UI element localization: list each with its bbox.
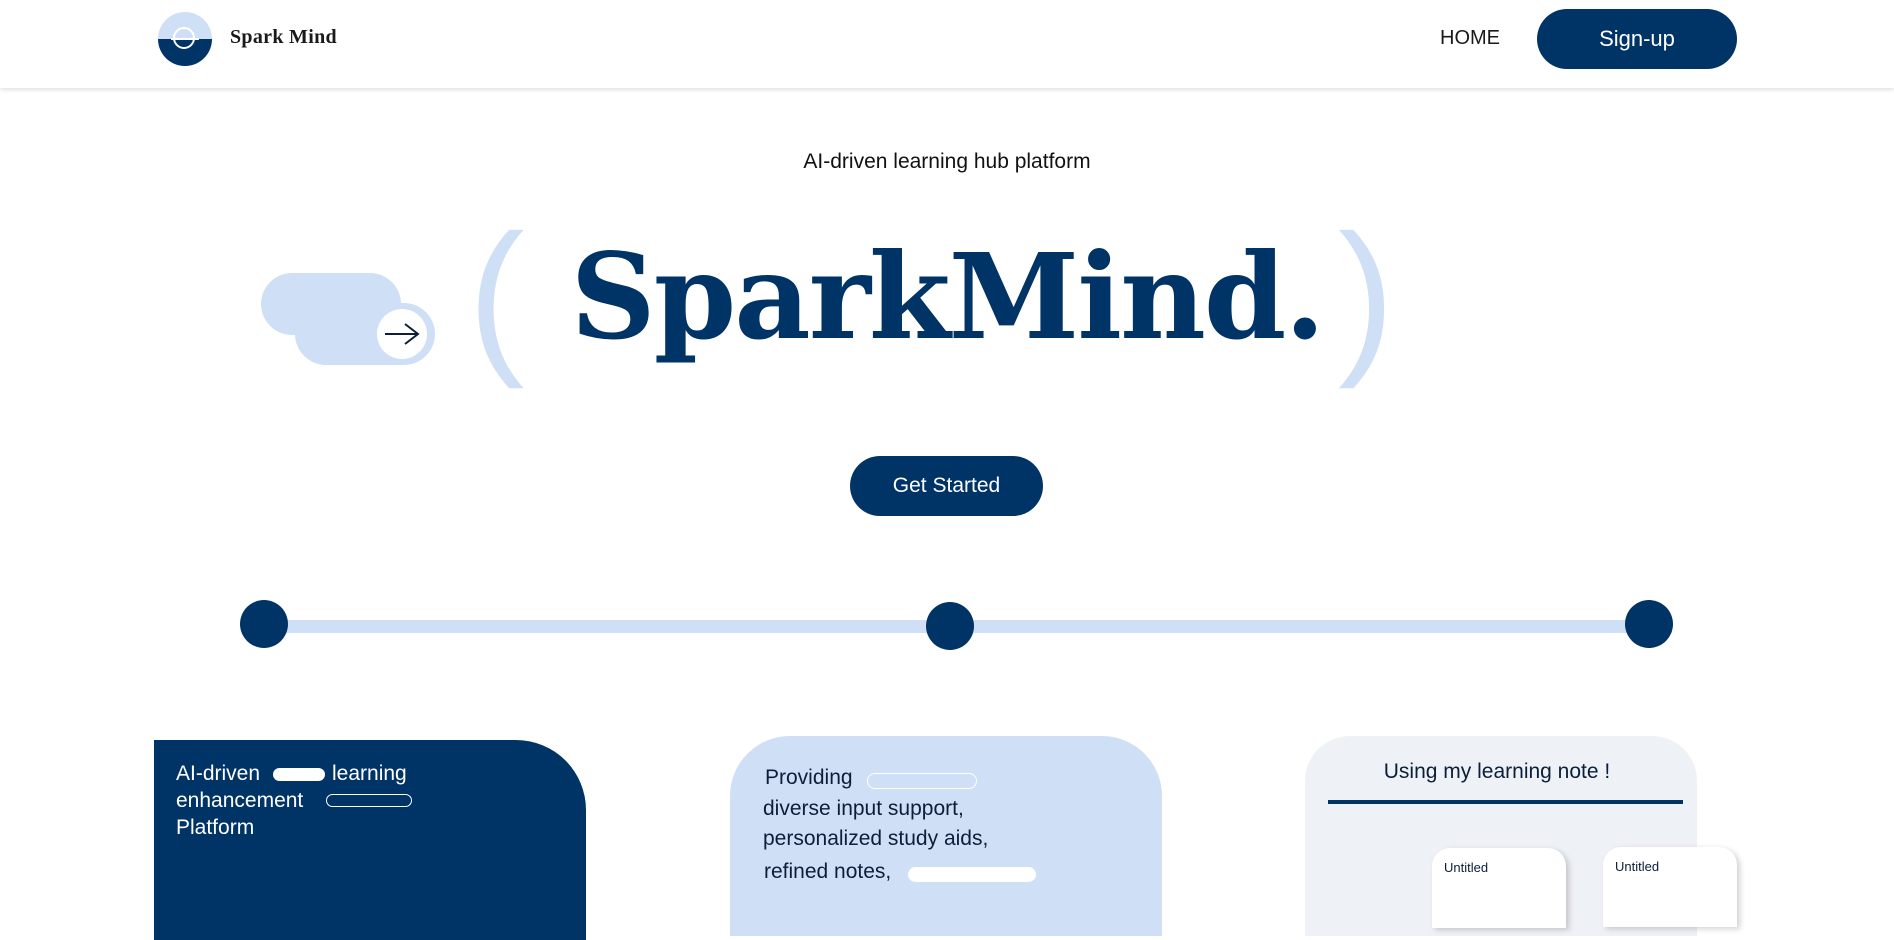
card2-chip-outline [867, 773, 977, 789]
feature-card-notes[interactable]: Using my learning note ! Untitled Untitl… [1305, 736, 1737, 936]
card2-text-providing: Providing [765, 766, 853, 789]
card1-text-learning: learning [332, 762, 407, 785]
progress-step-3[interactable] [1625, 600, 1673, 648]
get-started-button[interactable]: Get Started [850, 456, 1043, 516]
card2-chip-solid [908, 867, 1036, 882]
card1-text-platform: Platform [176, 816, 255, 839]
card1-text-ai-driven: AI-driven [176, 762, 261, 785]
hero-title: SparkMind. [570, 227, 1326, 366]
card1-chip-solid [273, 768, 325, 781]
card2-text-personalized: personalized study aids, [763, 827, 989, 850]
card2-text-diverse: diverse input support, [763, 797, 964, 820]
top-navbar: Spark Mind HOME Sign-up [0, 0, 1894, 88]
progress-step-2[interactable] [926, 602, 974, 650]
card1-text-enhancement: enhancement [176, 789, 304, 812]
card3-divider [1328, 800, 1683, 804]
hero-tagline: AI-driven learning hub platform [803, 150, 1091, 173]
card2-text-refined: refined notes, [764, 860, 892, 883]
feature-card-input[interactable]: Providing diverse input support, persona… [730, 736, 1162, 936]
hero-paren-right: ) [1338, 200, 1395, 390]
card1-chip-outline [326, 794, 412, 807]
progress-step-1[interactable] [240, 600, 288, 648]
signup-button[interactable]: Sign-up [1537, 9, 1737, 69]
brand-name[interactable]: Spark Mind [230, 26, 337, 49]
note-card-title: Untitled [1444, 860, 1489, 875]
logo-bar [171, 38, 199, 40]
note-card[interactable]: Untitled [1432, 848, 1566, 928]
nav-home-link[interactable]: HOME [1440, 27, 1500, 50]
card3-title: Using my learning note ! [1383, 760, 1611, 783]
note-card[interactable]: Untitled [1603, 847, 1737, 927]
logo-icon[interactable] [158, 12, 212, 66]
note-card-title: Untitled [1615, 859, 1660, 874]
feature-card-ai[interactable]: AI-driven learning enhancement Platform [154, 740, 586, 940]
